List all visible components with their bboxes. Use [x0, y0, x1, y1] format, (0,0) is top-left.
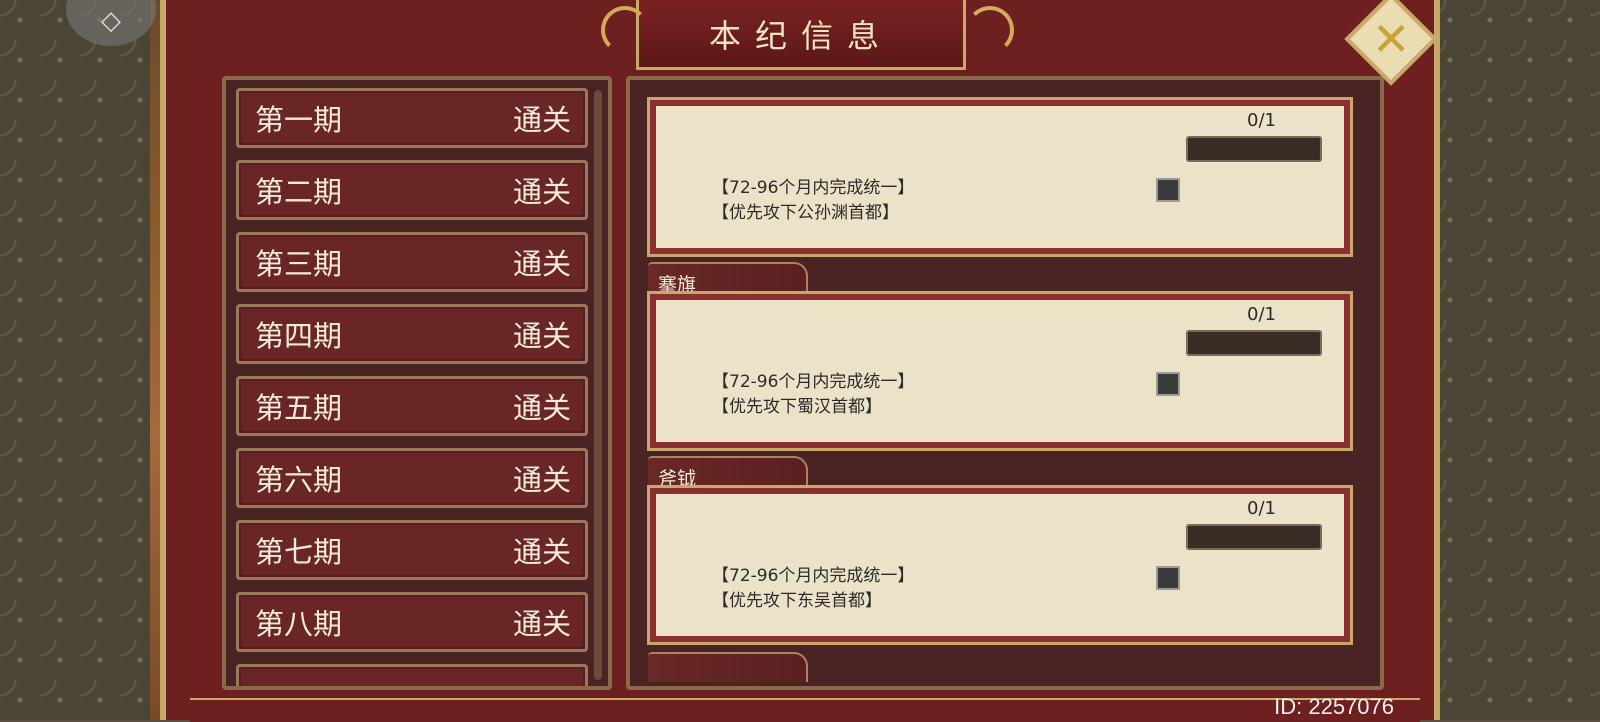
period-item[interactable]: 第八期 通关: [236, 592, 588, 652]
period-name: 第八期: [255, 607, 343, 641]
period-item[interactable]: 第三期 通关: [236, 232, 588, 292]
period-item[interactable]: 第五期 通关: [236, 376, 588, 436]
mission-checkbox[interactable]: [1156, 566, 1180, 590]
period-item-partial[interactable]: [236, 664, 588, 686]
close-x-icon: ✕: [1371, 11, 1411, 66]
progress-bar: [1186, 524, 1322, 550]
mission-panel[interactable]: 0/1 【72-96个月内完成统一】 【优先攻下公孙渊首都】 搴旗 0/1 【7…: [626, 76, 1384, 690]
period-name: 第六期: [255, 463, 343, 497]
title-right-ornament: [966, 6, 1014, 54]
mission-card: 0/1 【72-96个月内完成统一】 【优先攻下东吴首都】: [650, 488, 1350, 642]
mission-line: 【72-96个月内完成统一】: [712, 372, 915, 392]
period-item[interactable]: 第七期 通关: [236, 520, 588, 580]
mission-card: 0/1 【72-96个月内完成统一】 【优先攻下公孙渊首都】: [650, 100, 1350, 254]
period-item[interactable]: 第四期 通关: [236, 304, 588, 364]
mission-text: 【72-96个月内完成统一】 【优先攻下蜀汉首都】: [712, 370, 914, 420]
mission-checkbox[interactable]: [1156, 178, 1180, 202]
mission-tab-partial: [648, 652, 808, 682]
period-name: 第五期: [255, 391, 343, 425]
title-plate: 本纪信息: [636, 0, 966, 70]
period-status: 通关: [512, 103, 571, 137]
mission-checkbox[interactable]: [1156, 372, 1180, 396]
dialog-bottom-border: [190, 698, 1420, 722]
mission-card: 0/1 【72-96个月内完成统一】 【优先攻下蜀汉首都】: [650, 294, 1350, 448]
period-status: 通关: [512, 535, 571, 569]
mission-text: 【72-96个月内完成统一】 【优先攻下公孙渊首都】: [712, 176, 914, 226]
title-left-ornament: [601, 6, 649, 54]
period-name: 第四期: [255, 319, 343, 353]
period-item[interactable]: 第二期 通关: [236, 160, 588, 220]
period-name: 第七期: [255, 535, 343, 569]
progress-bar: [1186, 136, 1322, 162]
period-name: 第二期: [255, 175, 343, 209]
progress-label: 0/1: [1247, 304, 1276, 325]
period-name: 第三期: [255, 247, 343, 281]
mission-line: 【优先攻下蜀汉首都】: [712, 397, 882, 417]
period-item[interactable]: 第一期 通关: [236, 88, 588, 148]
progress-bar: [1186, 330, 1322, 356]
mission-line: 【72-96个月内完成统一】: [712, 178, 915, 198]
mission-line: 【优先攻下公孙渊首都】: [712, 203, 899, 223]
period-status: 通关: [512, 319, 571, 353]
period-status: 通关: [512, 391, 571, 425]
period-status: 通关: [512, 463, 571, 497]
dialog-title: 本纪信息: [708, 16, 893, 55]
mission-tab: 搴旗: [648, 262, 808, 296]
mission-line: 【优先攻下东吴首都】: [712, 591, 882, 611]
period-name: 第一期: [255, 103, 343, 137]
period-status: 通关: [512, 247, 571, 281]
period-status: 通关: [512, 175, 571, 209]
background-left-pattern: [0, 0, 160, 720]
mission-line: 【72-96个月内完成统一】: [712, 566, 915, 586]
player-id: ID: 2257076: [1274, 694, 1394, 719]
progress-label: 0/1: [1247, 110, 1276, 131]
period-list[interactable]: 第一期 通关 第二期 通关 第三期 通关 第四期 通关 第五期 通关 第六期 通…: [222, 76, 612, 690]
period-status: 通关: [512, 607, 571, 641]
mission-text: 【72-96个月内完成统一】 【优先攻下东吴首都】: [712, 564, 914, 614]
progress-label: 0/1: [1247, 498, 1276, 519]
background-right-pattern: [1430, 0, 1600, 720]
period-item[interactable]: 第六期 通关: [236, 448, 588, 508]
left-scrollbar[interactable]: [594, 90, 602, 680]
mission-tab: 斧钺: [648, 456, 808, 490]
